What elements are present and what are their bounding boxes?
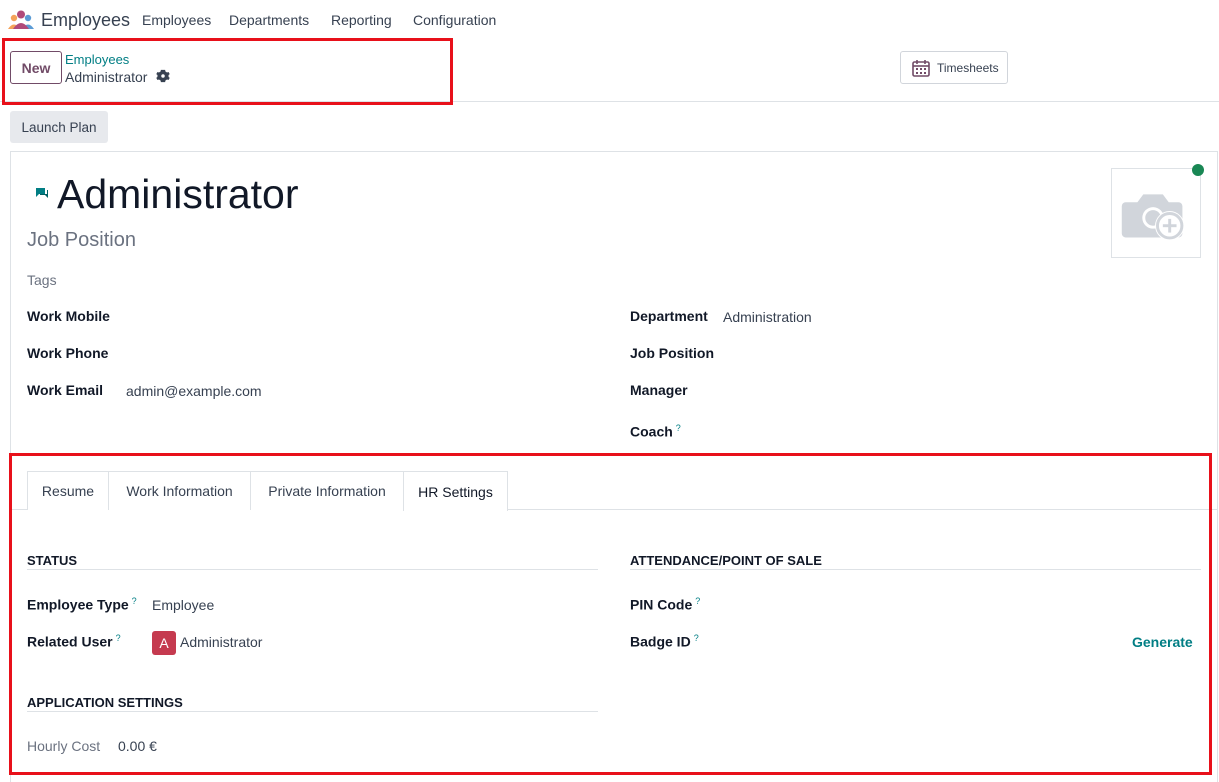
gear-icon[interactable] xyxy=(156,69,170,83)
generate-badge-button[interactable]: Generate xyxy=(1132,634,1193,650)
department-value[interactable]: Administration xyxy=(723,309,812,325)
status-section-title: STATUS xyxy=(27,553,78,568)
application-divider xyxy=(27,711,598,712)
badge-id-label: Badge ID? xyxy=(630,633,699,650)
employee-type-help-icon[interactable]: ? xyxy=(132,596,137,606)
application-settings-title: APPLICATION SETTINGS xyxy=(27,695,183,710)
camera-add-icon xyxy=(1121,194,1185,241)
new-button[interactable]: New xyxy=(10,51,62,84)
tab-private-information[interactable]: Private Information xyxy=(250,471,404,510)
pin-code-label: PIN Code? xyxy=(630,596,701,613)
related-user-avatar: A xyxy=(152,631,176,655)
related-user-help-icon[interactable]: ? xyxy=(116,633,121,643)
work-mobile-label: Work Mobile xyxy=(27,308,110,324)
coach-help-icon[interactable]: ? xyxy=(676,423,681,433)
pin-code-help-icon[interactable]: ? xyxy=(695,596,700,606)
tab-work-information[interactable]: Work Information xyxy=(108,471,251,510)
breadcrumb-current: Administrator xyxy=(65,69,148,85)
hourly-cost-value[interactable]: 0.00 € xyxy=(118,738,157,754)
form-sheet xyxy=(10,151,1218,782)
menu-configuration[interactable]: Configuration xyxy=(413,12,496,28)
work-email-value[interactable]: admin@example.com xyxy=(126,383,262,399)
chat-icon[interactable] xyxy=(35,187,49,199)
menu-departments[interactable]: Departments xyxy=(229,12,309,28)
app-name[interactable]: Employees xyxy=(41,10,130,31)
top-navbar: Employees Employees Departments Reportin… xyxy=(0,0,1219,40)
badge-id-help-icon[interactable]: ? xyxy=(694,633,699,643)
manager-label: Manager xyxy=(630,382,688,398)
coach-label: Coach? xyxy=(630,423,681,440)
presence-status-dot xyxy=(1192,164,1204,176)
tags-field[interactable]: Tags xyxy=(27,272,57,288)
work-email-label: Work Email xyxy=(27,382,103,398)
control-panel: New Employees Administrator Timesheets xyxy=(0,40,1219,102)
employee-type-value[interactable]: Employee xyxy=(152,597,214,613)
timesheets-smart-button[interactable]: Timesheets xyxy=(900,51,1008,84)
menu-reporting[interactable]: Reporting xyxy=(331,12,392,28)
timesheets-label: Timesheets xyxy=(937,60,999,75)
attendance-section-title: ATTENDANCE/POINT OF SALE xyxy=(630,553,822,568)
calendar-icon xyxy=(912,59,930,77)
job-position-label: Job Position xyxy=(630,345,714,361)
attendance-divider xyxy=(630,569,1201,570)
department-label: Department xyxy=(630,308,708,324)
related-user-label: Related User? xyxy=(27,633,121,650)
launch-plan-button[interactable]: Launch Plan xyxy=(10,111,108,143)
work-phone-label: Work Phone xyxy=(27,345,109,361)
status-divider xyxy=(27,569,598,570)
hourly-cost-label: Hourly Cost xyxy=(27,738,101,754)
tab-resume[interactable]: Resume xyxy=(27,471,109,510)
breadcrumb-parent[interactable]: Employees xyxy=(65,52,129,67)
employees-app-icon[interactable] xyxy=(7,9,35,31)
tab-hr-settings[interactable]: HR Settings xyxy=(403,471,508,511)
job-title-field[interactable]: Job Position xyxy=(27,229,136,252)
related-user-value[interactable]: Administrator xyxy=(180,634,262,650)
employee-name[interactable]: Administrator xyxy=(57,171,299,218)
employee-photo[interactable] xyxy=(1111,168,1201,258)
menu-employees[interactable]: Employees xyxy=(142,12,211,28)
employee-type-label: Employee Type? xyxy=(27,596,137,613)
